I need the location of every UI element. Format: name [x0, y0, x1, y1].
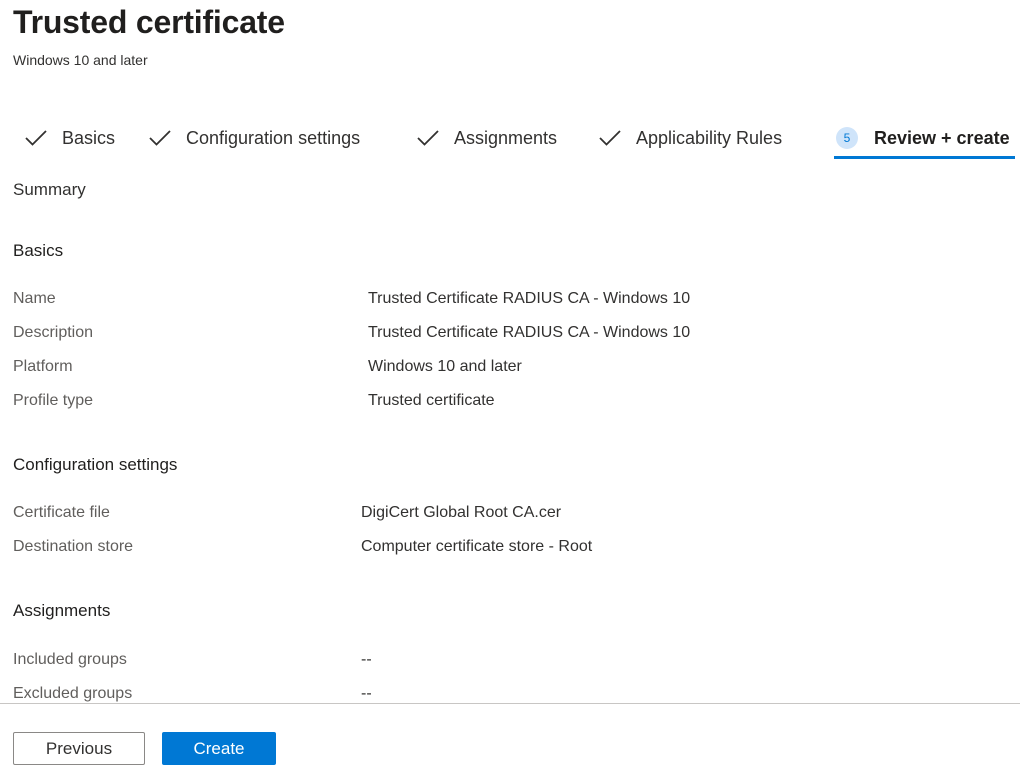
field-label-destination-store: Destination store — [13, 538, 134, 555]
section-heading-basics: Basics — [13, 241, 64, 260]
tab-review-create-label: Review + create — [874, 127, 1010, 148]
section-heading-assignments: Assignments — [13, 601, 111, 620]
checkmark-icon — [148, 128, 172, 148]
field-label-excluded-groups: Excluded groups — [13, 685, 133, 702]
field-value-name: Trusted Certificate RADIUS CA - Windows … — [368, 290, 691, 307]
tab-applicability-rules-label: Applicability Rules — [636, 127, 783, 148]
tab-review-create[interactable]: 5 Review + create — [836, 118, 1010, 158]
checkmark-icon — [416, 128, 440, 148]
checkmark-icon — [598, 128, 622, 148]
wizard-steps: Basics Configuration settings Assignment… — [0, 118, 1020, 164]
step-number-badge: 5 — [836, 127, 858, 149]
field-value-included-groups: -- — [361, 651, 372, 668]
field-label-certificate-file: Certificate file — [13, 504, 110, 521]
tab-basics[interactable]: Basics — [24, 118, 115, 158]
field-value-profile-type: Trusted certificate — [368, 392, 495, 409]
field-value-excluded-groups: -- — [361, 685, 372, 702]
field-value-destination-store: Computer certificate store - Root — [361, 538, 593, 555]
checkmark-icon — [24, 128, 48, 148]
section-heading-configuration-settings: Configuration settings — [13, 455, 178, 474]
footer-bar: Previous Create — [0, 704, 1020, 772]
tab-configuration-settings-label: Configuration settings — [186, 127, 361, 148]
previous-button[interactable]: Previous — [13, 732, 145, 765]
create-button[interactable]: Create — [162, 732, 276, 765]
summary-label: Summary — [13, 180, 86, 199]
field-label-description: Description — [13, 324, 94, 341]
page-subtitle: Windows 10 and later — [13, 52, 148, 68]
field-value-certificate-file: DigiCert Global Root CA.cer — [361, 504, 562, 521]
field-value-platform: Windows 10 and later — [368, 358, 522, 375]
tab-applicability-rules[interactable]: Applicability Rules — [598, 118, 782, 158]
page-title: Trusted certificate — [13, 4, 285, 40]
field-value-description: Trusted Certificate RADIUS CA - Windows … — [368, 324, 691, 341]
field-label-profile-type: Profile type — [13, 392, 94, 409]
tab-configuration-settings[interactable]: Configuration settings — [148, 118, 360, 158]
tab-basics-label: Basics — [62, 127, 116, 148]
tab-assignments[interactable]: Assignments — [416, 118, 557, 158]
field-label-included-groups: Included groups — [13, 651, 127, 668]
tab-assignments-label: Assignments — [454, 127, 558, 148]
field-label-platform: Platform — [13, 358, 73, 375]
field-label-name: Name — [13, 290, 56, 307]
active-tab-indicator — [834, 156, 1015, 159]
